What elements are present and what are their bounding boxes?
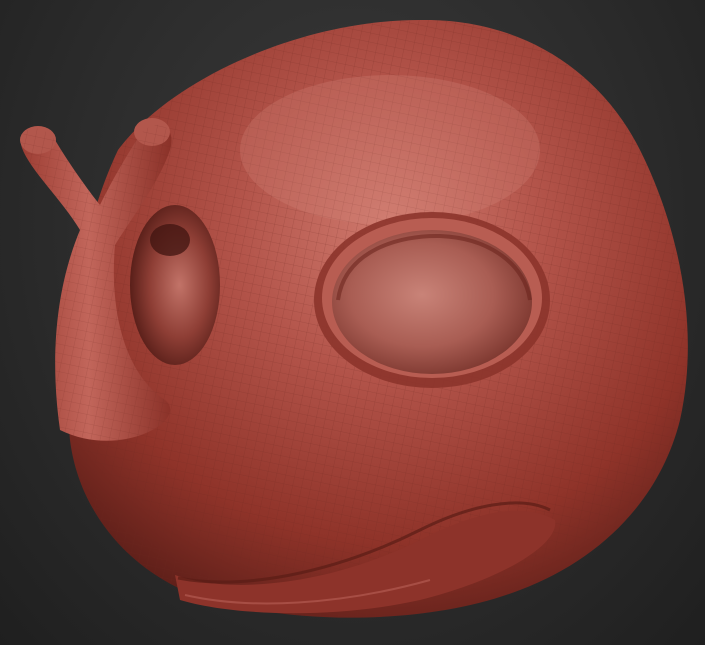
sculpted-model[interactable] — [0, 0, 705, 645]
sculpt-viewport[interactable] — [0, 0, 705, 645]
eye-socket[interactable] — [314, 212, 550, 388]
horn-base-cavity — [130, 205, 220, 365]
